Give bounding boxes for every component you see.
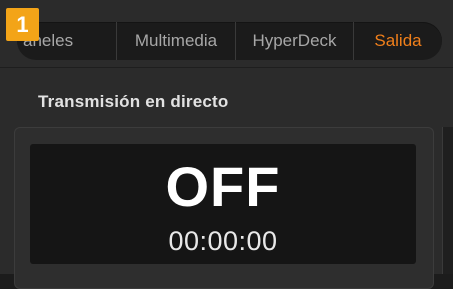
tab-hyperdeck[interactable]: HyperDeck	[235, 22, 353, 60]
stream-timecode: 00:00:00	[168, 226, 278, 256]
stream-status: OFF	[165, 155, 281, 218]
app-window: aneles Multimedia HyperDeck Salida 1 Tra…	[0, 0, 453, 289]
tab-output[interactable]: Salida	[353, 22, 442, 60]
step-badge: 1	[6, 8, 39, 41]
header-divider	[0, 67, 453, 68]
side-panel-edge	[442, 127, 453, 274]
stream-status-display: OFF 00:00:00	[30, 144, 416, 264]
tab-media[interactable]: Multimedia	[116, 22, 235, 60]
section-title: Transmisión en directo	[38, 92, 229, 111]
tab-bar: aneles Multimedia HyperDeck Salida	[17, 22, 442, 60]
